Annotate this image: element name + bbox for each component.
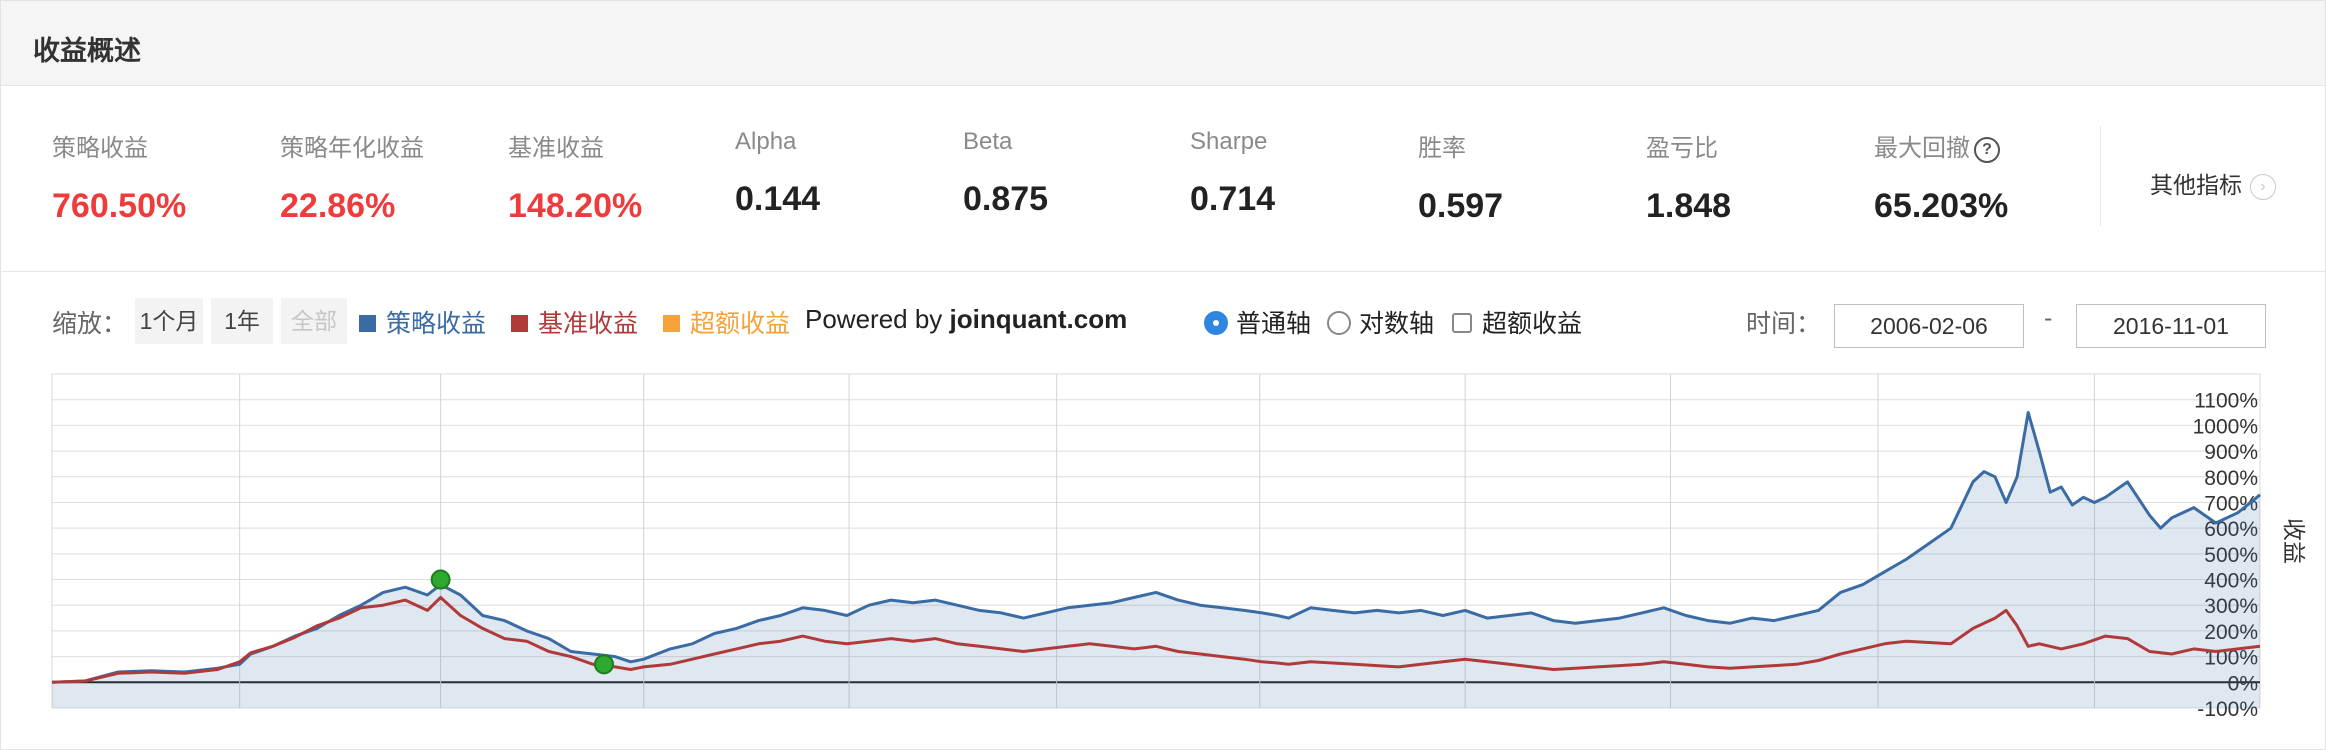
powered-by: Powered by joinquant.com — [805, 304, 1128, 334]
y-tick-label: 800% — [2204, 467, 2258, 490]
question-icon[interactable]: ? — [1974, 136, 2000, 163]
stat-value: 0.875 — [963, 180, 1049, 218]
stat-value: 65.203% — [1874, 187, 2009, 225]
stat-max-drawdown: 最大回撤? 65.203% — [1874, 128, 2008, 226]
other-metrics-button[interactable]: 其他指标 › — [2150, 166, 2276, 200]
chart-toolbar: 缩放： 1个月 1年 全部 策略收益 基准收益 超额收益 Powered by … — [0, 296, 2326, 352]
legend-swatch-icon — [359, 314, 376, 332]
chevron-right-icon: › — [2250, 173, 2276, 200]
stat-value: 0.714 — [1190, 180, 1276, 218]
legend-swatch-icon — [663, 314, 680, 332]
zoom-label: 缩放： — [52, 310, 128, 338]
stat-sharpe: Sharpe 0.714 — [1190, 128, 1275, 219]
divider — [2100, 126, 2101, 226]
panel-header: 收益概述 — [1, 1, 2325, 86]
chart-svg: 1100%1000%900%800%700%600%500%400%300%20… — [51, 373, 2307, 721]
radio-log-axis[interactable]: 对数轴 — [1327, 304, 1434, 340]
other-metrics-label: 其他指标 — [2150, 172, 2242, 198]
y-tick-label: 900% — [2204, 441, 2258, 464]
stat-label: Alpha — [735, 128, 797, 155]
y-tick-label: 1100% — [2194, 390, 2258, 413]
y-tick-label: 1000% — [2193, 415, 2258, 438]
stat-value: 22.86% — [280, 187, 396, 225]
stat-label: 盈亏比 — [1646, 135, 1718, 162]
legend-benchmark[interactable]: 基准收益 — [511, 304, 638, 340]
legend-swatch-icon — [511, 314, 528, 332]
stats-row: 策略收益 760.50% 策略年化收益 22.86% 基准收益 148.20% … — [0, 86, 2326, 272]
stat-annualized-return: 策略年化收益 22.86% — [280, 128, 424, 226]
start-date-input[interactable] — [1834, 304, 2024, 348]
zoom-1-year-button[interactable]: 1年 — [211, 298, 273, 344]
checkbox-icon — [1452, 313, 1472, 334]
stat-strategy-return: 策略收益 760.50% — [52, 128, 186, 226]
legend-excess[interactable]: 超额收益 — [663, 304, 790, 340]
stat-profit-loss-ratio: 盈亏比 1.848 — [1646, 128, 1731, 226]
radio-checked-icon — [1204, 311, 1228, 336]
event-marker — [430, 569, 451, 590]
legend-strategy[interactable]: 策略收益 — [359, 304, 486, 340]
radio-unchecked-icon — [1327, 311, 1351, 336]
stat-label: Sharpe — [1190, 128, 1268, 155]
panel-title: 收益概述 — [33, 36, 141, 66]
stat-value: 760.50% — [52, 187, 187, 225]
date-separator: - — [2044, 304, 2053, 332]
stat-value: 0.144 — [735, 180, 821, 218]
stat-beta: Beta 0.875 — [963, 128, 1048, 219]
event-marker — [594, 654, 614, 675]
time-label: 时间： — [1746, 310, 1822, 338]
stat-label: 胜率 — [1418, 135, 1466, 162]
zoom-1-month-button[interactable]: 1个月 — [135, 298, 203, 344]
stat-label: 基准收益 — [508, 135, 604, 162]
radio-linear-axis[interactable]: 普通轴 — [1204, 304, 1311, 340]
stat-benchmark-return: 基准收益 148.20% — [508, 128, 642, 226]
stat-label: 策略收益 — [52, 135, 148, 162]
y-axis-title: 收益 — [2281, 518, 2307, 564]
checkbox-excess-return[interactable]: 超额收益 — [1452, 304, 1582, 340]
powered-site: joinquant.com — [949, 304, 1128, 334]
stat-value: 148.20% — [508, 187, 643, 225]
stat-label: Beta — [963, 128, 1013, 155]
stat-win-rate: 胜率 0.597 — [1418, 128, 1503, 226]
stat-value: 0.597 — [1418, 187, 1504, 225]
stat-alpha: Alpha 0.144 — [735, 128, 820, 219]
end-date-input[interactable] — [2076, 304, 2266, 348]
stat-label: 策略年化收益 — [280, 135, 424, 162]
returns-chart: 1100%1000%900%800%700%600%500%400%300%20… — [0, 360, 2326, 735]
zoom-all-button[interactable]: 全部 — [281, 298, 347, 344]
stat-value: 1.848 — [1646, 187, 1732, 225]
stat-label: 最大回撤 — [1874, 135, 1970, 162]
